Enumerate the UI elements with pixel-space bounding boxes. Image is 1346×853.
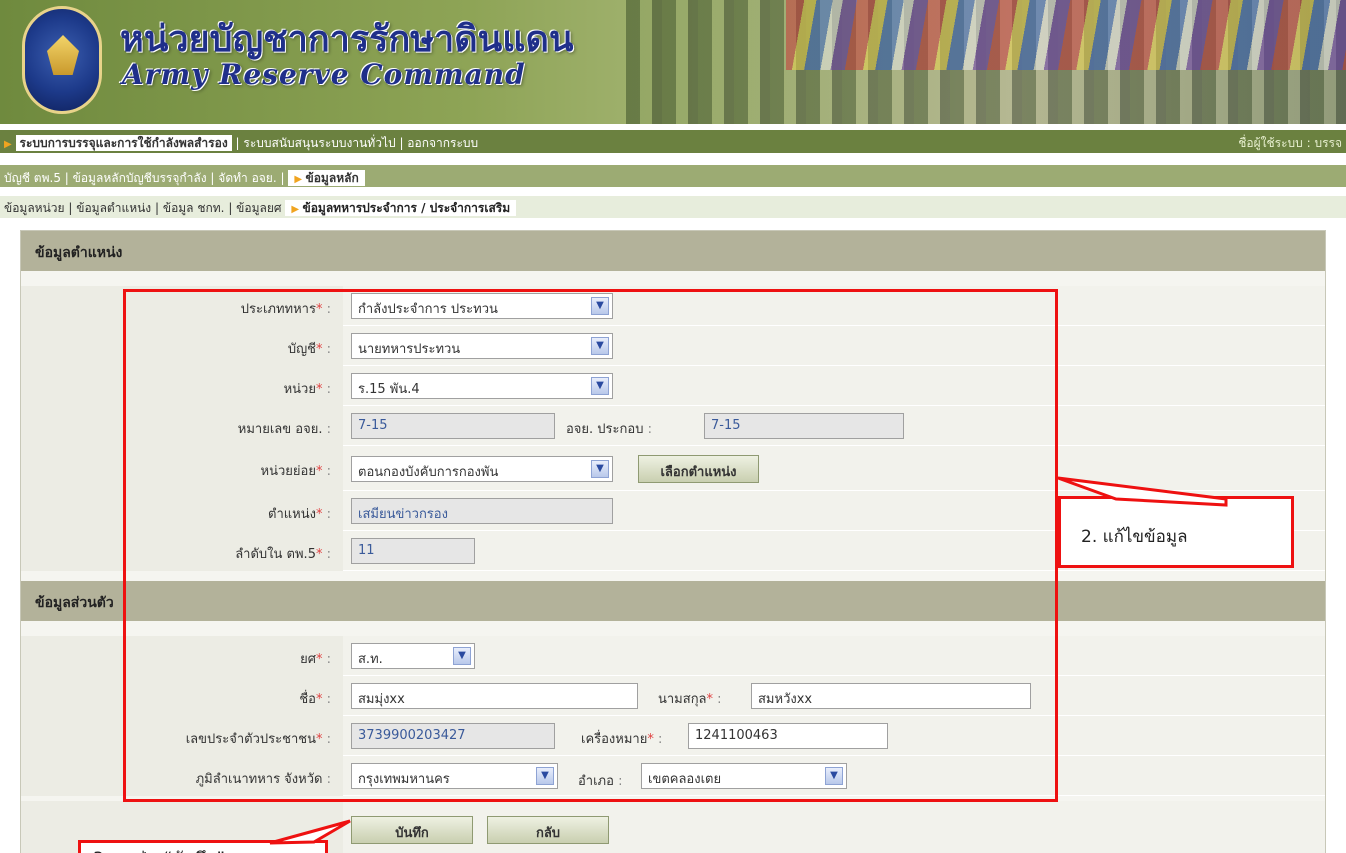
emblem-icon — [47, 35, 79, 75]
row-citizen-id: เลขประจำตัวประชาชน* : 3739900203427 เครื… — [21, 716, 1325, 756]
label-position: ตำแหน่ง — [268, 507, 316, 522]
arrow-icon: ▶ — [291, 204, 303, 215]
nav-chkt-data[interactable]: ข้อมูล ชกท. — [163, 201, 225, 215]
rank-select[interactable]: ส.ท. ▼ — [351, 643, 475, 669]
label-ajy-comp: อจย. ประกอบ — [566, 422, 644, 437]
row-account: บัญชี* : นายทหารประทวน ▼ — [21, 326, 1325, 366]
chevron-down-icon: ▼ — [536, 767, 554, 785]
order-field[interactable]: 11 — [351, 538, 475, 564]
nav-position-data[interactable]: ข้อมูลตำแหน่ง — [76, 201, 151, 215]
nav-soldier-data[interactable]: ▶ ข้อมูลทหารประจำการ / ประจำการเสริม — [285, 200, 517, 216]
section-title-personal: ข้อมูลส่วนตัว — [21, 581, 1325, 621]
annotation-edit-text: 2. แก้ไขข้อมูล — [1081, 527, 1188, 547]
district-select[interactable]: เขตคลองเตย ▼ — [641, 763, 847, 789]
label-soldier-type: ประเภททหาร — [240, 302, 316, 317]
chevron-down-icon: ▼ — [591, 377, 609, 395]
chevron-down-icon: ▼ — [825, 767, 843, 785]
label-rank: ยศ — [300, 652, 316, 667]
annotation-edit-callout: 2. แก้ไขข้อมูล — [1058, 496, 1294, 568]
soldier-type-select[interactable]: กำลังประจำการ ประทวน ▼ — [351, 293, 613, 319]
banner-flags — [786, 0, 1346, 70]
row-soldier-type: ประเภททหาร* : กำลังประจำการ ประทวน ▼ — [21, 286, 1325, 326]
annotation-save-text: 3. กดปุ่ม “บันทึก” — [93, 845, 225, 853]
main-nav: ▶ ระบบการบรรจุและการใช้กำลังพลสำรอง | ระ… — [0, 130, 1346, 153]
header-banner: หน่วยบัญชาการรักษาดินแดน Army Reserve Co… — [0, 0, 1346, 124]
nav-main-data[interactable]: ▶ ข้อมูลหลัก — [288, 170, 365, 186]
row-unit: หน่วย* : ร.15 พัน.4 ▼ — [21, 366, 1325, 406]
row-name: ชื่อ* : สมมุ่งxx นามสกุล* : สมหวังxx — [21, 676, 1325, 716]
label-order: ลำดับใน ตพ.5 — [235, 547, 316, 562]
row-rank: ยศ* : ส.ท. ▼ — [21, 636, 1325, 676]
label-ajy-no: หมายเลข อจย. — [237, 422, 323, 437]
tertiary-nav: ข้อมูลหน่วย | ข้อมูลตำแหน่ง | ข้อมูล ชกท… — [0, 196, 1346, 218]
arrow-icon: ▶ — [294, 174, 306, 185]
position-field[interactable]: เสมียนข่าวกรอง — [351, 498, 613, 524]
nav-support-system[interactable]: ระบบสนับสนุนระบบงานทั่วไป — [243, 136, 395, 150]
header-title-en: Army Reserve Command — [122, 58, 526, 91]
label-province: ภูมิลำเนาทหาร จังหวัด — [195, 772, 323, 787]
subunit-select[interactable]: ตอนกองบังคับการกองพัน ▼ — [351, 456, 613, 482]
section-title-position: ข้อมูลตำแหน่ง — [21, 231, 1325, 271]
label-citizen-id: เลขประจำตัวประชาชน — [185, 732, 316, 747]
chevron-down-icon: ▼ — [591, 460, 609, 478]
back-button[interactable]: กลับ — [487, 816, 609, 844]
label-firstname: ชื่อ — [299, 692, 316, 707]
sub-nav: บัญชี ตพ.5 | ข้อมูลหลักบัญชีบรรจุกำลัง |… — [0, 165, 1346, 187]
label-unit: หน่วย — [283, 382, 316, 397]
unit-select[interactable]: ร.15 พัน.4 ▼ — [351, 373, 613, 399]
firstname-field[interactable]: สมมุ่งxx — [351, 683, 638, 709]
save-button[interactable]: บันทึก — [351, 816, 473, 844]
account-select[interactable]: นายทหารประทวน ▼ — [351, 333, 613, 359]
nav-unit-data[interactable]: ข้อมูลหน่วย — [4, 201, 65, 215]
chevron-down-icon: ▼ — [453, 647, 471, 665]
nav-make-ajy[interactable]: จัดทำ อจย. — [218, 171, 276, 185]
nav-tp5[interactable]: บัญชี ตพ.5 — [4, 171, 61, 185]
label-district: อำเภอ — [578, 774, 614, 789]
chevron-down-icon: ▼ — [591, 297, 609, 315]
chevron-down-icon: ▼ — [591, 337, 609, 355]
row-subunit: หน่วยย่อย* : ตอนกองบังคับการกองพัน ▼ เลือ… — [21, 446, 1325, 491]
province-select[interactable]: กรุงเทพมหานคร ▼ — [351, 763, 558, 789]
nav-main-account-data[interactable]: ข้อมูลหลักบัญชีบรรจุกำลัง — [73, 171, 207, 185]
user-label: ชื่อผู้ใช้ระบบ : บรรจ — [1238, 136, 1342, 150]
nav-reserve-system[interactable]: ระบบการบรรจุและการใช้กำลังพลสำรอง — [15, 135, 232, 151]
label-mark: เครื่องหมาย — [581, 732, 648, 747]
mark-field[interactable]: 1241100463 — [688, 723, 888, 749]
annotation-save-callout: 3. กดปุ่ม “บันทึก” — [78, 840, 328, 853]
label-account: บัญชี — [287, 342, 316, 357]
army-logo — [22, 6, 102, 114]
label-subunit: หน่วยย่อย — [260, 464, 316, 479]
label-lastname: นามสกุล — [658, 692, 707, 707]
ajy-no-field[interactable]: 7-15 — [351, 413, 555, 439]
row-domicile: ภูมิลำเนาทหาร จังหวัด : กรุงเทพมหานคร ▼ อ… — [21, 756, 1325, 796]
row-ajy: หมายเลข อจย. : 7-15 อจย. ประกอบ : 7-15 — [21, 406, 1325, 446]
arrow-icon: ▶ — [4, 139, 12, 150]
nav-logout[interactable]: ออกจากระบบ — [407, 136, 478, 150]
select-position-button[interactable]: เลือกตำแหน่ง — [638, 455, 759, 483]
ajy-comp-field[interactable]: 7-15 — [704, 413, 904, 439]
lastname-field[interactable]: สมหวังxx — [751, 683, 1031, 709]
citizen-id-field[interactable]: 3739900203427 — [351, 723, 555, 749]
nav-rank-data[interactable]: ข้อมูลยศ — [236, 201, 281, 215]
